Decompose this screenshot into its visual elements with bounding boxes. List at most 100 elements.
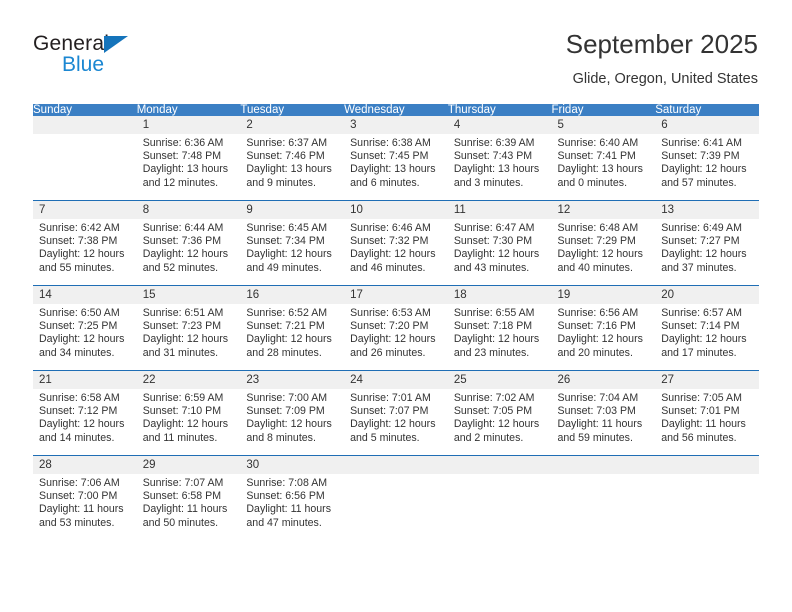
- day-details: Sunrise: 6:41 AM Sunset: 7:39 PM Daylight:…: [655, 134, 759, 190]
- daylight-text-line2: and 56 minutes.: [661, 431, 737, 444]
- day-number: [655, 456, 759, 474]
- sunset-text: Sunset: 7:27 PM: [661, 235, 740, 248]
- calendar-grid: Sunday Monday Tuesday Wednesday Thursday Frid…: [33, 104, 759, 540]
- day-cell-3[interactable]: 3 Sunrise: 6:38 AM Sunset: 7:45 PM Daylight…: [344, 116, 448, 201]
- day-cell-26[interactable]: 26 Sunrise: 7:04 AM Sunset: 7:03 PM Dayligh…: [551, 370, 656, 456]
- day-details: Sunrise: 6:42 AM Sunset: 7:38 PM Daylight:…: [33, 219, 137, 275]
- day-cell-content: [344, 456, 448, 540]
- day-cell-20[interactable]: 20 Sunrise: 6:57 AM Sunset: 7:14 PM Dayligh…: [655, 285, 759, 371]
- calendar-header-row: Sunday Monday Tuesday Wednesday Thursday Frid…: [33, 104, 759, 116]
- day-cell-14[interactable]: 14 Sunrise: 6:50 AM Sunset: 7:25 PM Dayligh…: [33, 285, 137, 371]
- day-cell-empty: [655, 455, 759, 540]
- sunset-text: Sunset: 7:43 PM: [453, 150, 533, 163]
- daylight-text-line2: and 12 minutes.: [142, 176, 219, 189]
- sunrise-text: Sunrise: 6:55 AM: [453, 307, 535, 319]
- day-cell-content: 18 Sunrise: 6:55 AM Sunset: 7:18 PM Dayligh…: [447, 286, 552, 370]
- day-cell-content: 12 Sunrise: 6:48 AM Sunset: 7:29 PM Dayligh…: [551, 201, 656, 285]
- daylight-text-line2: and 34 minutes.: [39, 346, 115, 359]
- sunset-text: Sunset: 7:16 PM: [557, 320, 636, 333]
- day-cell-19[interactable]: 19 Sunrise: 6:56 AM Sunset: 7:16 PM Dayligh…: [551, 285, 656, 371]
- sunrise-text: Sunrise: 6:49 AM: [661, 222, 742, 234]
- general-blue-logo[interactable]: General Blue: [33, 32, 263, 82]
- day-cell-content: 14 Sunrise: 6:50 AM Sunset: 7:25 PM Dayligh…: [33, 286, 137, 370]
- day-cell-content: 2 Sunrise: 6:37 AM Sunset: 7:46 PM Daylight…: [240, 116, 345, 200]
- calendar-week-row: 1 Sunrise: 6:36 AM Sunset: 7:48 PM Daylight…: [33, 116, 759, 201]
- logo-text-blue: Blue: [62, 53, 105, 76]
- day-cell-4[interactable]: 4 Sunrise: 6:39 AM Sunset: 7:43 PM Daylight…: [447, 116, 552, 201]
- daylight-text-line1: Daylight: 12 hours: [557, 248, 643, 261]
- sunrise-text: Sunrise: 6:39 AM: [453, 137, 535, 149]
- day-cell-30[interactable]: 30 Sunrise: 7:08 AM Sunset: 6:56 PM Dayligh…: [240, 455, 345, 540]
- day-cell-5[interactable]: 5 Sunrise: 6:40 AM Sunset: 7:41 PM Daylight…: [551, 116, 656, 201]
- day-details: Sunrise: 6:57 AM Sunset: 7:14 PM Daylight:…: [655, 304, 759, 360]
- sunrise-text: Sunrise: 6:56 AM: [557, 307, 639, 319]
- day-number: 5: [551, 116, 656, 134]
- day-cell-29[interactable]: 29 Sunrise: 7:07 AM Sunset: 6:58 PM Dayligh…: [136, 455, 241, 540]
- day-cell-content: 15 Sunrise: 6:51 AM Sunset: 7:23 PM Dayligh…: [136, 286, 241, 370]
- day-cell-9[interactable]: 9 Sunrise: 6:45 AM Sunset: 7:34 PM Daylight…: [240, 200, 345, 286]
- day-cell-28[interactable]: 28 Sunrise: 7:06 AM Sunset: 7:00 PM Dayligh…: [33, 455, 137, 540]
- sunset-text: Sunset: 7:00 PM: [39, 490, 118, 503]
- daylight-text-line2: and 47 minutes.: [246, 516, 322, 529]
- day-cell-7[interactable]: 7 Sunrise: 6:42 AM Sunset: 7:38 PM Daylight…: [33, 200, 137, 286]
- weekday-header-thursday: Thursday: [447, 104, 552, 116]
- day-cell-content: 1 Sunrise: 6:36 AM Sunset: 7:48 PM Daylight…: [136, 116, 241, 200]
- day-cell-12[interactable]: 12 Sunrise: 6:48 AM Sunset: 7:29 PM Dayligh…: [551, 200, 656, 286]
- daylight-text-line2: and 17 minutes.: [661, 346, 737, 359]
- day-number: 15: [136, 286, 241, 304]
- day-number: 30: [240, 456, 345, 474]
- sunset-text: Sunset: 7:30 PM: [453, 235, 533, 248]
- day-cell-23[interactable]: 23 Sunrise: 7:00 AM Sunset: 7:09 PM Dayligh…: [240, 370, 345, 456]
- day-cell-6[interactable]: 6 Sunrise: 6:41 AM Sunset: 7:39 PM Daylight…: [655, 116, 759, 201]
- day-cell-24[interactable]: 24 Sunrise: 7:01 AM Sunset: 7:07 PM Dayligh…: [344, 370, 448, 456]
- day-cell-11[interactable]: 11 Sunrise: 6:47 AM Sunset: 7:30 PM Dayligh…: [447, 200, 552, 286]
- daylight-text-line1: Daylight: 13 hours: [557, 163, 643, 176]
- day-number: 4: [447, 116, 552, 134]
- daylight-text-line1: Daylight: 13 hours: [142, 163, 229, 176]
- day-details: Sunrise: 7:05 AM Sunset: 7:01 PM Daylight:…: [655, 389, 759, 445]
- day-cell-13[interactable]: 13 Sunrise: 6:49 AM Sunset: 7:27 PM Dayligh…: [655, 200, 759, 286]
- sunset-text: Sunset: 7:41 PM: [557, 150, 636, 163]
- daylight-text-line2: and 59 minutes.: [557, 431, 633, 444]
- day-cell-22[interactable]: 22 Sunrise: 6:59 AM Sunset: 7:10 PM Dayligh…: [136, 370, 241, 456]
- daylight-text-line1: Daylight: 12 hours: [661, 333, 747, 346]
- daylight-text-line2: and 9 minutes.: [246, 176, 316, 189]
- day-number: 14: [33, 286, 137, 304]
- sunrise-text: Sunrise: 6:42 AM: [39, 222, 120, 234]
- day-cell-16[interactable]: 16 Sunrise: 6:52 AM Sunset: 7:21 PM Dayligh…: [240, 285, 345, 371]
- day-cell-content: 27 Sunrise: 7:05 AM Sunset: 7:01 PM Dayligh…: [655, 371, 759, 455]
- sunrise-text: Sunrise: 6:44 AM: [142, 222, 224, 234]
- day-cell-10[interactable]: 10 Sunrise: 6:46 AM Sunset: 7:32 PM Dayligh…: [344, 200, 448, 286]
- day-number: [344, 456, 448, 474]
- sunrise-text: Sunrise: 6:38 AM: [350, 137, 431, 149]
- day-details: Sunrise: 6:39 AM Sunset: 7:43 PM Daylight:…: [448, 134, 552, 190]
- sunset-text: Sunset: 7:01 PM: [661, 405, 740, 418]
- day-cell-15[interactable]: 15 Sunrise: 6:51 AM Sunset: 7:23 PM Dayligh…: [136, 285, 241, 371]
- day-cell-18[interactable]: 18 Sunrise: 6:55 AM Sunset: 7:18 PM Dayligh…: [447, 285, 552, 371]
- day-cell-27[interactable]: 27 Sunrise: 7:05 AM Sunset: 7:01 PM Dayligh…: [655, 370, 759, 456]
- sunrise-text: Sunrise: 6:46 AM: [350, 222, 431, 234]
- daylight-text-line1: Daylight: 11 hours: [39, 503, 124, 516]
- daylight-text-line2: and 14 minutes.: [39, 431, 115, 444]
- day-cell-8[interactable]: 8 Sunrise: 6:44 AM Sunset: 7:36 PM Daylight…: [136, 200, 241, 286]
- day-number: 23: [240, 371, 345, 389]
- day-details: Sunrise: 6:36 AM Sunset: 7:48 PM Daylight:…: [137, 134, 241, 190]
- day-details: Sunrise: 6:45 AM Sunset: 7:34 PM Daylight:…: [240, 219, 344, 275]
- day-number: 1: [136, 116, 241, 134]
- day-cell-1[interactable]: 1 Sunrise: 6:36 AM Sunset: 7:48 PM Daylight…: [136, 116, 241, 201]
- day-details: Sunrise: 6:47 AM Sunset: 7:30 PM Daylight:…: [448, 219, 552, 275]
- daylight-text-line2: and 11 minutes.: [142, 431, 218, 444]
- day-cell-25[interactable]: 25 Sunrise: 7:02 AM Sunset: 7:05 PM Dayligh…: [447, 370, 552, 456]
- daylight-text-line2: and 57 minutes.: [661, 176, 737, 189]
- day-details: Sunrise: 6:46 AM Sunset: 7:32 PM Daylight:…: [344, 219, 448, 275]
- sunset-text: Sunset: 7:46 PM: [246, 150, 325, 163]
- day-cell-17[interactable]: 17 Sunrise: 6:53 AM Sunset: 7:20 PM Dayligh…: [344, 285, 448, 371]
- sunrise-text: Sunrise: 7:01 AM: [350, 392, 431, 404]
- day-cell-2[interactable]: 2 Sunrise: 6:37 AM Sunset: 7:46 PM Daylight…: [240, 116, 345, 201]
- day-details: Sunrise: 7:00 AM Sunset: 7:09 PM Daylight:…: [240, 389, 344, 445]
- sunset-text: Sunset: 7:45 PM: [350, 150, 429, 163]
- day-cell-content: 17 Sunrise: 6:53 AM Sunset: 7:20 PM Dayligh…: [344, 286, 448, 370]
- day-cell-21[interactable]: 21 Sunrise: 6:58 AM Sunset: 7:12 PM Dayligh…: [33, 370, 137, 456]
- daylight-text-line1: Daylight: 12 hours: [557, 333, 643, 346]
- day-details: Sunrise: 6:44 AM Sunset: 7:36 PM Daylight:…: [137, 219, 241, 275]
